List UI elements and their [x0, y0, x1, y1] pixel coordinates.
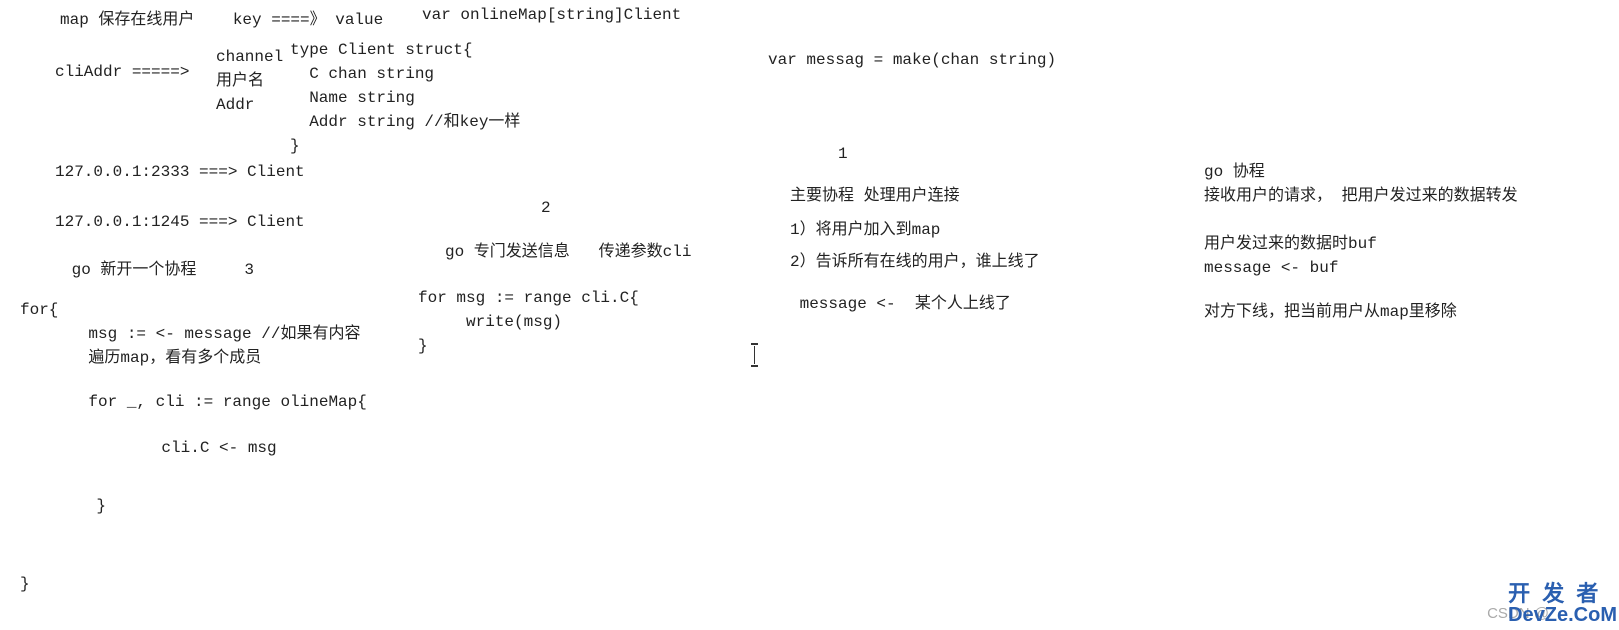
text-ip-2333: 127.0.0.1:2333 ===> Client — [55, 160, 305, 184]
text-var-onlinemap: var onlineMap[string]Client — [422, 3, 681, 27]
watermark-brand-line1: 开 发 者 — [1508, 581, 1601, 606]
text-label-2: 2 — [445, 196, 551, 220]
text-var-messag: var messag = make(chan string) — [768, 48, 1056, 72]
text-message-online: message <- 某个人上线了 — [790, 292, 1011, 316]
text-message-buf: message <- buf — [1204, 256, 1338, 280]
text-go-goroutine: go 协程 — [1204, 160, 1265, 184]
text-cursor-icon — [754, 346, 755, 364]
text-for-open: for{ — [20, 298, 58, 322]
text-main-goroutine: 主要协程 处理用户连接 — [790, 184, 960, 208]
text-cli-c-msg: cli.C <- msg — [75, 436, 277, 460]
text-type-client-struct: type Client struct{ C chan string Name s… — [290, 38, 520, 158]
text-go-send-info: go 专门发送信息 传递参数cli — [445, 240, 691, 264]
text-msg-message: msg := <- message //如果有内容 遍历map，看有多个成员 — [50, 322, 360, 370]
text-close-brace-inner: } — [58, 494, 106, 518]
text-label-1: 1 — [790, 142, 848, 166]
text-user-data-buf: 用户发过来的数据时buf — [1204, 232, 1377, 256]
text-receive-forward: 接收用户的请求， 把用户发过来的数据转发 — [1204, 184, 1518, 208]
text-channel-username-addr: channel 用户名 Addr — [216, 45, 283, 117]
text-step-2-tell-online: 2）告诉所有在线的用户，谁上线了 — [790, 250, 1040, 274]
text-cliaddr-arrow: cliAddr =====> — [55, 60, 189, 84]
text-map-saves-online-users: map 保存在线用户 key ====》 value — [60, 8, 383, 32]
watermark-brand-line2: DevZe.CoM — [1508, 605, 1617, 626]
text-for-range-olinemap: for _, cli := range olineMap{ — [50, 390, 367, 414]
text-go-new-goroutine-3: go 新开一个协程 3 — [62, 258, 254, 282]
watermark-brand: 开 发 者 DevZe.CoM — [1508, 582, 1617, 626]
text-step-1-add-map: 1）将用户加入到map — [790, 218, 940, 242]
text-close-brace-outer: } — [20, 572, 30, 596]
text-for-range-cli-c: for msg := range cli.C{ write(msg) } — [418, 286, 639, 358]
text-ip-1245: 127.0.0.1:1245 ===> Client — [55, 210, 305, 234]
text-offline-remove-map: 对方下线，把当前用户从map里移除 — [1204, 300, 1457, 324]
